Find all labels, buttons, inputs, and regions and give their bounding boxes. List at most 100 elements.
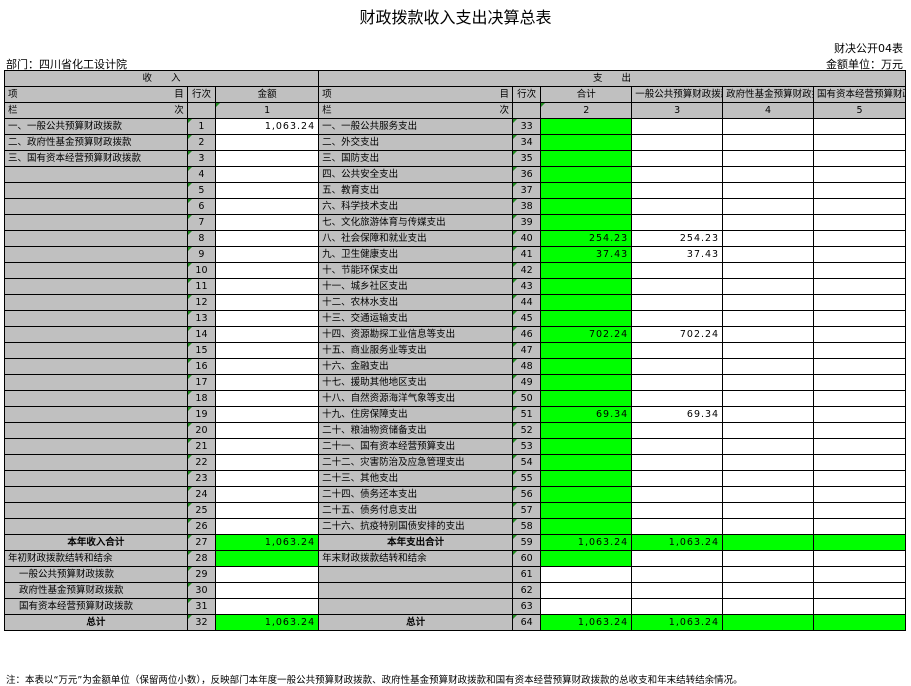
gov-fund-amount[interactable] (722, 358, 814, 375)
state-capital-amount[interactable] (813, 182, 906, 199)
general-budget-amount[interactable]: 37.43 (631, 246, 724, 263)
expense-total[interactable] (540, 358, 633, 375)
gov-fund-amount[interactable] (722, 422, 814, 439)
general-budget-amount[interactable] (631, 214, 724, 231)
gov-fund-amount[interactable] (722, 198, 814, 215)
gov-fund-amount[interactable] (722, 326, 814, 343)
state-capital-amount[interactable] (813, 374, 906, 391)
income-amount[interactable] (215, 374, 320, 391)
gov-fund-amount[interactable] (722, 182, 814, 199)
general-budget-amount[interactable] (631, 374, 724, 391)
general-budget-amount[interactable] (631, 470, 724, 487)
gov-fund-amount[interactable] (722, 246, 814, 263)
carry-over-sub-amount[interactable] (215, 582, 320, 599)
expense-total[interactable]: 702.24 (540, 326, 633, 343)
year-expense-total[interactable]: 1,063.24 (540, 534, 633, 551)
state-capital-amount[interactable] (813, 118, 906, 135)
general-budget-amount[interactable] (631, 166, 724, 183)
gov-fund-amount[interactable] (722, 438, 814, 455)
gov-fund-amount[interactable] (722, 454, 814, 471)
state-capital-amount[interactable] (813, 230, 906, 247)
general-budget-amount[interactable] (631, 310, 724, 327)
gov-fund-amount[interactable] (722, 166, 814, 183)
income-amount[interactable] (215, 454, 320, 471)
income-amount[interactable] (215, 502, 320, 519)
state-capital-amount[interactable] (813, 214, 906, 231)
general-budget-amount[interactable] (631, 294, 724, 311)
carry-over-sub-amount[interactable] (215, 598, 320, 615)
income-amount[interactable] (215, 518, 320, 535)
income-amount[interactable] (215, 406, 320, 423)
expense-total[interactable] (540, 214, 633, 231)
grand-total-expense[interactable]: 1,063.24 (540, 614, 633, 631)
expense-total[interactable] (540, 486, 633, 503)
state-capital-amount[interactable] (813, 246, 906, 263)
gov-fund-amount[interactable] (722, 406, 814, 423)
state-capital-amount[interactable] (813, 406, 906, 423)
income-amount[interactable] (215, 166, 320, 183)
general-budget-amount[interactable] (631, 342, 724, 359)
carry-over-sub-amount[interactable] (215, 566, 320, 583)
expense-total[interactable] (540, 134, 633, 151)
income-amount[interactable] (215, 198, 320, 215)
general-budget-amount[interactable] (631, 198, 724, 215)
income-amount[interactable] (215, 358, 320, 375)
state-capital-amount[interactable] (813, 502, 906, 519)
expense-total[interactable] (540, 310, 633, 327)
gov-fund-amount[interactable] (722, 134, 814, 151)
income-amount[interactable] (215, 326, 320, 343)
expense-total[interactable] (540, 438, 633, 455)
income-amount[interactable] (215, 246, 320, 263)
income-amount[interactable] (215, 470, 320, 487)
expense-total[interactable]: 37.43 (540, 246, 633, 263)
grand-total-general[interactable]: 1,063.24 (631, 614, 724, 631)
income-amount[interactable] (215, 262, 320, 279)
expense-total[interactable]: 69.34 (540, 406, 633, 423)
gov-fund-amount[interactable] (722, 118, 814, 135)
general-budget-amount[interactable] (631, 502, 724, 519)
income-amount[interactable] (215, 134, 320, 151)
state-capital-amount[interactable] (813, 198, 906, 215)
expense-total[interactable]: 254.23 (540, 230, 633, 247)
gov-fund-amount[interactable] (722, 342, 814, 359)
gov-fund-amount[interactable] (722, 310, 814, 327)
income-amount[interactable] (215, 422, 320, 439)
state-capital-amount[interactable] (813, 310, 906, 327)
income-amount[interactable] (215, 342, 320, 359)
state-capital-amount[interactable] (813, 358, 906, 375)
gov-fund-amount[interactable] (722, 390, 814, 407)
expense-total[interactable] (540, 342, 633, 359)
income-amount[interactable] (215, 294, 320, 311)
state-capital-amount[interactable] (813, 422, 906, 439)
expense-total[interactable] (540, 294, 633, 311)
expense-total[interactable] (540, 374, 633, 391)
general-budget-amount[interactable] (631, 118, 724, 135)
gov-fund-amount[interactable] (722, 470, 814, 487)
general-budget-amount[interactable] (631, 150, 724, 167)
gov-fund-amount[interactable] (722, 518, 814, 535)
state-capital-amount[interactable] (813, 470, 906, 487)
general-budget-amount[interactable] (631, 390, 724, 407)
state-capital-amount[interactable] (813, 326, 906, 343)
expense-total[interactable] (540, 422, 633, 439)
income-amount[interactable] (215, 278, 320, 295)
expense-total[interactable] (540, 118, 633, 135)
year-expense-general[interactable]: 1,063.24 (631, 534, 724, 551)
state-capital-amount[interactable] (813, 390, 906, 407)
state-capital-amount[interactable] (813, 342, 906, 359)
gov-fund-amount[interactable] (722, 150, 814, 167)
gov-fund-amount[interactable] (722, 486, 814, 503)
state-capital-amount[interactable] (813, 166, 906, 183)
grand-total-income[interactable]: 1,063.24 (215, 614, 320, 631)
income-amount[interactable] (215, 486, 320, 503)
expense-total[interactable] (540, 502, 633, 519)
state-capital-amount[interactable] (813, 294, 906, 311)
general-budget-amount[interactable] (631, 438, 724, 455)
expense-total[interactable] (540, 182, 633, 199)
income-amount[interactable] (215, 214, 320, 231)
expense-total[interactable] (540, 454, 633, 471)
general-budget-amount[interactable] (631, 454, 724, 471)
general-budget-amount[interactable] (631, 486, 724, 503)
income-amount[interactable]: 1,063.24 (215, 118, 320, 135)
state-capital-amount[interactable] (813, 518, 906, 535)
